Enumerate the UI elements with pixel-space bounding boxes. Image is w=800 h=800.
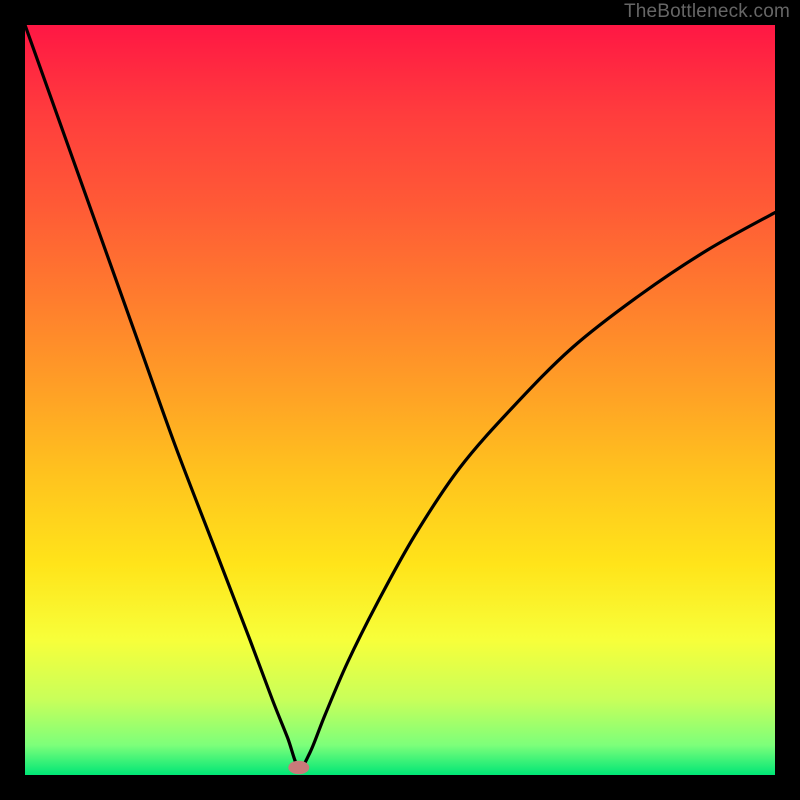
- watermark-label: TheBottleneck.com: [624, 1, 790, 23]
- optimal-point-marker: [288, 761, 309, 775]
- chart-plot-area: [25, 25, 775, 775]
- chart-frame: TheBottleneck.com: [0, 0, 800, 800]
- bottleneck-curve: [25, 25, 775, 768]
- chart-svg-overlay: [25, 25, 775, 775]
